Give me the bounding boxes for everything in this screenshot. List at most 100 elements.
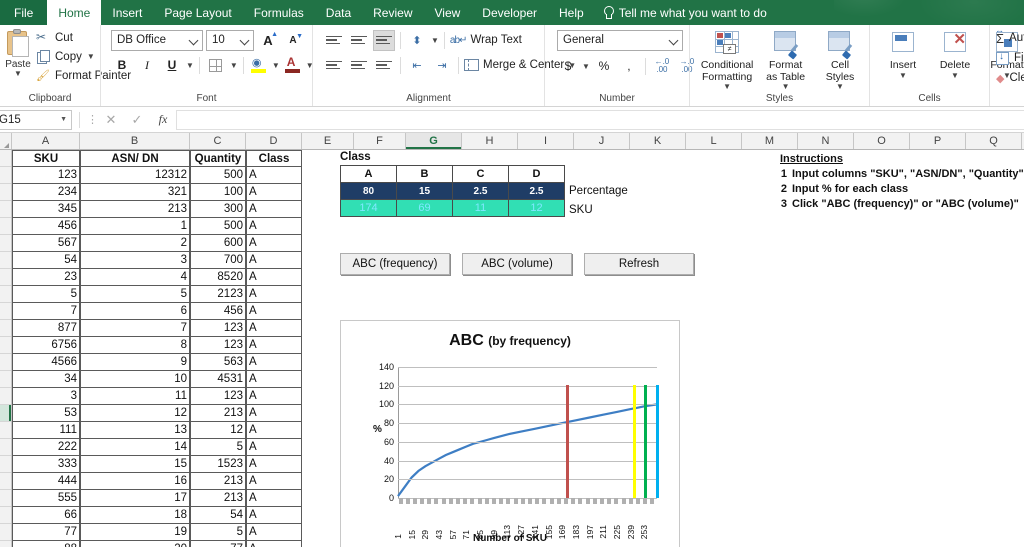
grid-cell[interactable] — [798, 252, 854, 269]
grid-cell[interactable] — [910, 303, 966, 320]
grid-cell[interactable]: 111 — [12, 422, 80, 439]
font-color-button[interactable]: A — [283, 55, 303, 76]
grid-cell[interactable]: A — [246, 303, 302, 320]
grid-cell[interactable] — [854, 354, 910, 371]
grid-cell[interactable] — [630, 150, 686, 167]
grid-cell[interactable] — [910, 371, 966, 388]
grid-cell[interactable]: 13 — [80, 422, 190, 439]
grid-cell[interactable]: 7 — [12, 303, 80, 320]
grid-cell[interactable]: A — [246, 490, 302, 507]
grid-cell[interactable]: 123 — [190, 320, 246, 337]
grid-cell[interactable] — [854, 422, 910, 439]
row-header[interactable] — [0, 473, 11, 490]
grid-cell[interactable] — [406, 286, 462, 303]
grid-cell[interactable]: 14 — [80, 439, 190, 456]
grid-cell[interactable] — [462, 218, 518, 235]
increase-font-size-button[interactable]: A ▲ — [257, 30, 279, 51]
grid-cell[interactable]: 2 — [80, 235, 190, 252]
row-header[interactable] — [0, 507, 11, 524]
grid-cell[interactable] — [686, 439, 742, 456]
grid-cell[interactable] — [966, 405, 1022, 422]
column-header-n[interactable]: N — [798, 133, 854, 149]
grid-cell[interactable]: 5 — [12, 286, 80, 303]
grid-cell[interactable] — [854, 541, 910, 547]
row-header[interactable] — [0, 184, 11, 201]
grid-cell[interactable] — [518, 286, 574, 303]
grid-cell[interactable]: 500 — [190, 218, 246, 235]
grid-cell[interactable]: 6 — [80, 303, 190, 320]
grid-cell[interactable] — [798, 303, 854, 320]
row-header[interactable] — [0, 405, 11, 422]
grid-cell[interactable]: 88 — [12, 541, 80, 547]
grid-cell[interactable]: 12 — [190, 422, 246, 439]
grid-cell[interactable] — [910, 320, 966, 337]
grid-cell[interactable]: 53 — [12, 405, 80, 422]
grid-cell[interactable]: 6756 — [12, 337, 80, 354]
grid-cell[interactable] — [686, 456, 742, 473]
increase-indent-button[interactable]: ⇥ — [431, 55, 453, 76]
column-header-i[interactable]: I — [518, 133, 574, 149]
align-center-button[interactable] — [348, 55, 370, 76]
grid-cell[interactable] — [966, 541, 1022, 547]
grid-cell[interactable]: 18 — [80, 507, 190, 524]
grid-cell[interactable]: 4531 — [190, 371, 246, 388]
conditional-formatting-dropdown-icon[interactable]: ▼ — [723, 83, 731, 91]
number-format-combo[interactable]: General — [557, 29, 683, 51]
grid-cell[interactable] — [910, 235, 966, 252]
grid-cell[interactable]: 34 — [12, 371, 80, 388]
grid-cell[interactable]: A — [246, 405, 302, 422]
grid-cell[interactable] — [966, 456, 1022, 473]
grid-cell[interactable] — [854, 388, 910, 405]
grid-cell[interactable] — [854, 371, 910, 388]
column-header-g[interactable]: G — [406, 133, 462, 149]
grid-cell[interactable]: 563 — [190, 354, 246, 371]
row-header[interactable] — [0, 218, 11, 235]
grid-cell[interactable]: A — [246, 218, 302, 235]
orientation-button[interactable] — [406, 30, 428, 51]
grid-cell[interactable]: 1523 — [190, 456, 246, 473]
align-top-button[interactable] — [323, 30, 345, 51]
grid-cell[interactable] — [798, 456, 854, 473]
grid-cell[interactable] — [742, 388, 798, 405]
grid-cell[interactable] — [302, 286, 354, 303]
grid-cell[interactable]: 234 — [12, 184, 80, 201]
select-all-corner[interactable] — [0, 133, 12, 149]
grid-cell[interactable]: A — [246, 354, 302, 371]
grid-cell[interactable] — [966, 473, 1022, 490]
grid-cell[interactable] — [686, 218, 742, 235]
grid-cell[interactable]: A — [246, 252, 302, 269]
grid-cell[interactable] — [302, 303, 354, 320]
grid-cell[interactable]: A — [246, 541, 302, 547]
fill-color-dropdown-icon[interactable]: ▼ — [272, 61, 280, 69]
tell-me-search[interactable]: Tell me what you want to do — [595, 0, 775, 25]
orientation-dropdown-icon[interactable]: ▼ — [431, 36, 439, 44]
grid-cell[interactable] — [854, 320, 910, 337]
grid-cell[interactable]: A — [246, 235, 302, 252]
grid-cell[interactable] — [742, 303, 798, 320]
grid-cell[interactable] — [910, 524, 966, 541]
grid-cell[interactable]: 600 — [190, 235, 246, 252]
grid-cell[interactable]: 4 — [80, 269, 190, 286]
grid-cell[interactable] — [910, 490, 966, 507]
percentage-d[interactable]: 2.5 — [508, 182, 565, 200]
grid-cell[interactable] — [686, 405, 742, 422]
row-header[interactable] — [0, 320, 11, 337]
tab-data[interactable]: Data — [315, 0, 362, 25]
tab-file[interactable]: File — [0, 0, 48, 25]
grid-cell[interactable] — [966, 252, 1022, 269]
tab-insert[interactable]: Insert — [101, 0, 153, 25]
grid-cell[interactable]: 1 — [80, 218, 190, 235]
grid-cell[interactable] — [742, 218, 798, 235]
fill-button[interactable]: Fill ▼ — [996, 49, 1024, 67]
grid-cell[interactable] — [574, 218, 630, 235]
grid-cell[interactable]: 66 — [12, 507, 80, 524]
grid-cell[interactable] — [966, 439, 1022, 456]
tab-help[interactable]: Help — [548, 0, 595, 25]
grid-cell[interactable] — [910, 269, 966, 286]
grid-cell[interactable]: 17 — [80, 490, 190, 507]
grid-cell[interactable]: 213 — [190, 473, 246, 490]
tab-home[interactable]: Home — [47, 0, 102, 25]
grid-cell[interactable]: 700 — [190, 252, 246, 269]
grid-cell[interactable] — [966, 286, 1022, 303]
grid-cell[interactable]: A — [246, 269, 302, 286]
